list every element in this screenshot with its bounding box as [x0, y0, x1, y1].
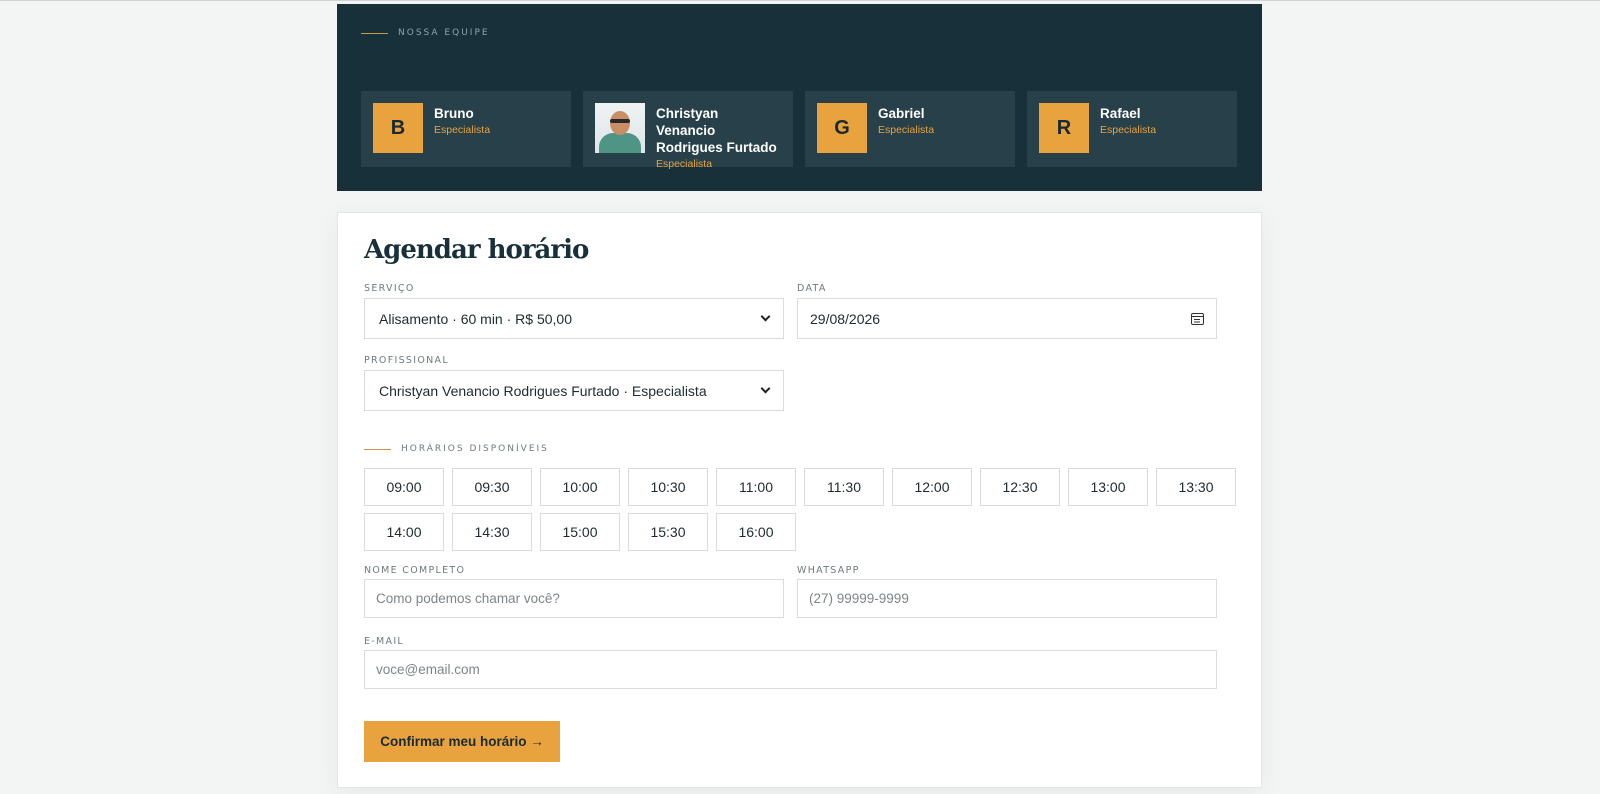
team-card-gabriel: G Gabriel Especialista — [805, 91, 1015, 167]
date-field[interactable]: 29/08/2026 — [797, 298, 1217, 339]
whatsapp-input[interactable] — [809, 591, 1205, 606]
service-value: Alisamento · 60 min · R$ 50,00 — [379, 310, 572, 327]
time-slot[interactable]: 14:30 — [452, 513, 532, 551]
whatsapp-label: WHATSAPP — [797, 565, 860, 576]
team-eyebrow-text: NOSSA EQUIPE — [398, 28, 490, 38]
avatar-photo-christyan — [595, 103, 645, 153]
team-eyebrow: NOSSA EQUIPE — [361, 28, 490, 38]
service-select[interactable]: Alisamento · 60 min · R$ 50,00 — [364, 298, 784, 339]
team-card-info: Bruno Especialista — [434, 105, 490, 136]
time-slot[interactable]: 13:30 — [1156, 468, 1236, 506]
member-role: Especialista — [434, 124, 491, 136]
member-name: Rafael — [1100, 106, 1141, 121]
email-label: E-MAIL — [364, 636, 405, 647]
professional-label: PROFISSIONAL — [364, 355, 449, 366]
chevron-down-icon — [760, 311, 771, 322]
professional-select[interactable]: Christyan Venancio Rodrigues Furtado · E… — [364, 370, 784, 411]
member-role: Especialista — [1100, 124, 1157, 136]
team-card-christyan: Christyan Venancio Rodrigues Furtado Esp… — [583, 91, 793, 170]
avatar-bruno: B — [373, 103, 423, 153]
service-label: SERVIÇO — [364, 283, 415, 294]
time-slot[interactable]: 09:30 — [452, 468, 532, 506]
date-value: 29/08/2026 — [810, 310, 881, 327]
team-cards: B Bruno Especialista Christyan Venancio … — [361, 91, 1237, 170]
time-slot-grid: 09:00 09:30 10:00 10:30 11:00 11:30 12:0… — [364, 468, 1237, 551]
time-slot[interactable]: 16:00 — [716, 513, 796, 551]
time-slot[interactable]: 10:00 — [540, 468, 620, 506]
time-slot[interactable]: 09:00 — [364, 468, 444, 506]
eyebrow-rule — [364, 448, 391, 450]
avatar-rafael: R — [1039, 103, 1089, 153]
time-slot[interactable]: 13:00 — [1068, 468, 1148, 506]
chevron-down-icon — [760, 383, 771, 394]
time-slot[interactable]: 12:00 — [892, 468, 972, 506]
slots-eyebrow-text: HORÁRIOS DISPONÍVEIS — [401, 444, 549, 454]
name-field — [364, 579, 784, 618]
member-name: Christyan Venancio Rodrigues Furtado — [656, 106, 777, 155]
eyebrow-rule — [361, 32, 388, 34]
team-card-bruno: B Bruno Especialista — [361, 91, 571, 167]
booking-form: Agendar horário SERVIÇO Alisamento · 60 … — [337, 212, 1262, 788]
date-label: DATA — [797, 283, 827, 294]
time-slot[interactable]: 11:00 — [716, 468, 796, 506]
member-name: Bruno — [434, 106, 474, 121]
professional-value: Christyan Venancio Rodrigues Furtado · E… — [379, 382, 707, 399]
team-section: NOSSA EQUIPE B Bruno Especialista Christ… — [337, 4, 1262, 191]
time-slot[interactable]: 11:30 — [804, 468, 884, 506]
time-slot[interactable]: 15:30 — [628, 513, 708, 551]
email-input[interactable] — [376, 662, 1205, 677]
team-card-info: Rafael Especialista — [1100, 105, 1156, 136]
top-border — [0, 0, 1600, 1]
member-role: Especialista — [656, 158, 713, 170]
name-input[interactable] — [376, 591, 772, 606]
avatar-gabriel: G — [817, 103, 867, 153]
calendar-icon[interactable] — [1191, 312, 1204, 325]
name-label: NOME COMPLETO — [364, 565, 466, 576]
team-card-rafael: R Rafael Especialista — [1027, 91, 1237, 167]
member-role: Especialista — [878, 124, 935, 136]
team-card-info: Christyan Venancio Rodrigues Furtado Esp… — [656, 105, 781, 170]
time-slot[interactable]: 10:30 — [628, 468, 708, 506]
time-slot[interactable]: 12:30 — [980, 468, 1060, 506]
team-card-info: Gabriel Especialista — [878, 105, 934, 136]
whatsapp-field — [797, 579, 1217, 618]
slots-eyebrow: HORÁRIOS DISPONÍVEIS — [364, 444, 549, 454]
confirm-booking-button[interactable]: Confirmar meu horário → — [364, 721, 560, 762]
time-slot[interactable]: 14:00 — [364, 513, 444, 551]
page-title: Agendar horário — [364, 235, 589, 265]
time-slot[interactable]: 15:00 — [540, 513, 620, 551]
member-name: Gabriel — [878, 106, 925, 121]
email-field — [364, 650, 1217, 689]
